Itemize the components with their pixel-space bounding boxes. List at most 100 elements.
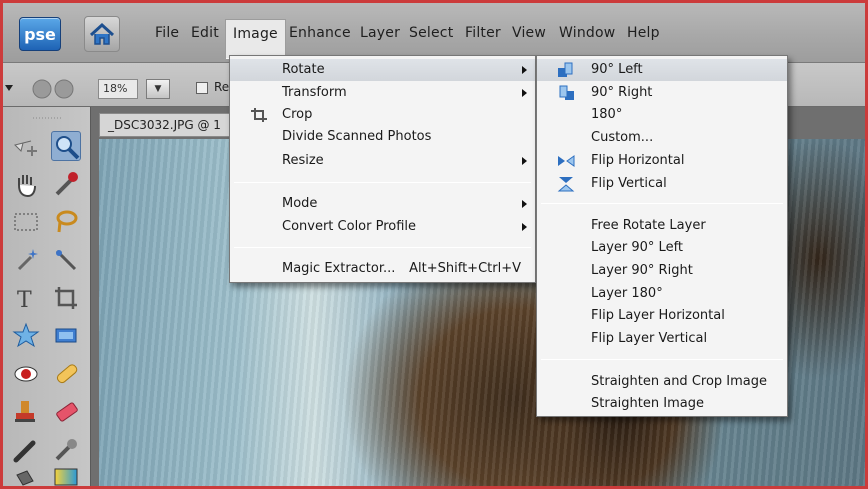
menu-item-label: Crop <box>282 107 313 122</box>
healing-brush-tool-icon[interactable] <box>51 359 81 389</box>
menu-item-flip-layer-horizontal[interactable]: Flip Layer Horizontal <box>537 305 787 327</box>
document-tab[interactable]: _DSC3032.JPG @ 1 <box>99 113 239 137</box>
menu-item-flip-vertical[interactable]: Flip Vertical <box>537 173 787 195</box>
menu-item-label: Convert Color Profile <box>282 219 417 234</box>
eyedropper-tool-icon[interactable] <box>51 169 81 199</box>
menu-item-flip-horizontal[interactable]: Flip Horizontal <box>537 150 787 172</box>
menu-item-rotate-180[interactable]: 180° <box>537 104 787 126</box>
menu-image[interactable]: Image <box>225 19 286 59</box>
crop-tool-icon[interactable] <box>51 283 81 313</box>
caret-icon <box>5 85 13 91</box>
menu-item-label: Flip Layer Vertical <box>591 331 708 346</box>
menu-item-transform[interactable]: Transform <box>230 82 535 104</box>
menu-item-label: Layer 90° Right <box>591 263 693 278</box>
menu-view[interactable]: View <box>512 25 546 41</box>
menu-item-divide-scanned-photos[interactable]: Divide Scanned Photos <box>230 126 535 148</box>
menu-item-crop[interactable]: Crop <box>230 104 535 126</box>
crop-icon <box>251 108 267 122</box>
image-menu-dropdown: Rotate Transform Crop Divide Scanned Pho… <box>229 55 536 283</box>
menu-separator <box>541 203 783 204</box>
menu-item-layer-90-left[interactable]: Layer 90° Left <box>537 237 787 259</box>
clone-stamp-tool-icon[interactable] <box>11 397 41 427</box>
zoom-dropdown-button[interactable]: ▼ <box>146 79 170 99</box>
menu-edit[interactable]: Edit <box>191 25 219 41</box>
toolbox: T <box>3 107 91 486</box>
rotate-right-icon <box>559 85 574 100</box>
menu-item-rotate-custom[interactable]: Custom... <box>537 127 787 149</box>
quick-selection-tool-icon[interactable] <box>51 245 81 275</box>
menu-item-label: Straighten and Crop Image <box>591 374 768 389</box>
menu-item-free-rotate-layer[interactable]: Free Rotate Layer <box>537 215 787 237</box>
menu-item-convert-color-profile[interactable]: Convert Color Profile <box>230 216 535 238</box>
menu-separator <box>234 247 531 248</box>
marquee-tool-icon[interactable] <box>11 207 41 237</box>
eraser-tool-icon[interactable] <box>51 397 81 427</box>
rotate-left-icon <box>558 62 573 77</box>
grip-icon <box>33 117 63 119</box>
menu-separator <box>541 359 783 360</box>
zoom-tool-icon[interactable] <box>51 131 81 161</box>
home-icon <box>89 22 115 45</box>
svg-text:T: T <box>17 288 32 313</box>
menu-item-label: 90° Right <box>591 85 653 100</box>
menu-item-label: Layer 90° Left <box>591 240 684 255</box>
brush-tool-icon[interactable] <box>11 435 41 465</box>
menu-item-mode[interactable]: Mode <box>230 193 535 215</box>
menu-enhance[interactable]: Enhance <box>289 25 351 41</box>
menu-window[interactable]: Window <box>559 25 615 41</box>
menu-item-label: Flip Horizontal <box>591 153 685 168</box>
submenu-arrow-icon <box>522 89 527 97</box>
menu-filter[interactable]: Filter <box>465 25 501 41</box>
red-eye-tool-icon[interactable] <box>11 359 41 389</box>
menu-file[interactable]: File <box>155 25 179 41</box>
menu-item-flip-layer-vertical[interactable]: Flip Layer Vertical <box>537 328 787 350</box>
menu-item-label: Flip Vertical <box>591 176 667 191</box>
menu-select[interactable]: Select <box>409 25 453 41</box>
rotate-submenu: 90° Left 90° Right 180° Custom... Flip H… <box>536 55 788 417</box>
menu-item-label: 90° Left <box>591 62 643 77</box>
submenu-arrow-icon <box>522 66 527 74</box>
app-logo[interactable]: pse <box>19 17 61 51</box>
hand-tool-icon[interactable] <box>11 169 41 199</box>
menu-item-resize[interactable]: Resize <box>230 150 535 172</box>
cookie-cutter-tool-icon[interactable] <box>11 321 41 351</box>
menu-item-label: Transform <box>282 85 347 100</box>
menu-item-label: Free Rotate Layer <box>591 218 706 233</box>
type-tool-icon[interactable]: T <box>11 283 41 313</box>
menu-item-label: Custom... <box>591 130 654 145</box>
home-button[interactable] <box>84 16 120 52</box>
menu-item-straighten-image[interactable]: Straighten Image <box>537 393 787 415</box>
checkbox-label: Re <box>214 80 230 94</box>
menu-help[interactable]: Help <box>627 25 660 41</box>
menu-item-label: Flip Layer Horizontal <box>591 308 725 323</box>
paint-bucket-tool-icon[interactable] <box>11 469 41 486</box>
zoom-in-out-icon[interactable] <box>30 77 80 101</box>
menu-item-rotate-90-right[interactable]: 90° Right <box>537 82 787 104</box>
resize-windows-checkbox[interactable] <box>196 82 208 94</box>
move-tool-icon[interactable] <box>11 131 41 161</box>
menu-item-label: Straighten Image <box>591 396 704 411</box>
menu-item-layer-90-right[interactable]: Layer 90° Right <box>537 260 787 282</box>
smart-brush-tool-icon[interactable] <box>51 435 81 465</box>
menu-item-label: Resize <box>282 153 324 168</box>
app-window: pse File Edit Image Enhance Layer Select… <box>3 3 865 486</box>
zoom-level-field[interactable]: 18% <box>98 79 138 99</box>
menu-item-label: Rotate <box>282 62 325 77</box>
menu-item-rotate[interactable]: Rotate <box>230 59 535 81</box>
menu-bar: pse File Edit Image Enhance Layer Select… <box>3 3 865 63</box>
flip-vertical-icon <box>557 177 575 192</box>
menu-item-magic-extractor[interactable]: Magic Extractor... Alt+Shift+Ctrl+V <box>230 258 535 280</box>
menu-item-label: Layer 180° <box>591 286 663 301</box>
menu-item-rotate-90-left[interactable]: 90° Left <box>537 59 787 81</box>
menu-item-label: Magic Extractor... <box>282 261 396 276</box>
flip-horizontal-icon <box>558 155 575 167</box>
menu-item-straighten-and-crop-image[interactable]: Straighten and Crop Image <box>537 371 787 393</box>
menu-layer[interactable]: Layer <box>360 25 400 41</box>
lasso-tool-icon[interactable] <box>51 207 81 237</box>
menu-separator <box>234 182 531 183</box>
gradient-tool-icon[interactable] <box>51 467 81 486</box>
magic-wand-tool-icon[interactable] <box>11 245 41 275</box>
straighten-tool-icon[interactable] <box>51 321 81 351</box>
submenu-arrow-icon <box>522 223 527 231</box>
menu-item-layer-180[interactable]: Layer 180° <box>537 283 787 305</box>
